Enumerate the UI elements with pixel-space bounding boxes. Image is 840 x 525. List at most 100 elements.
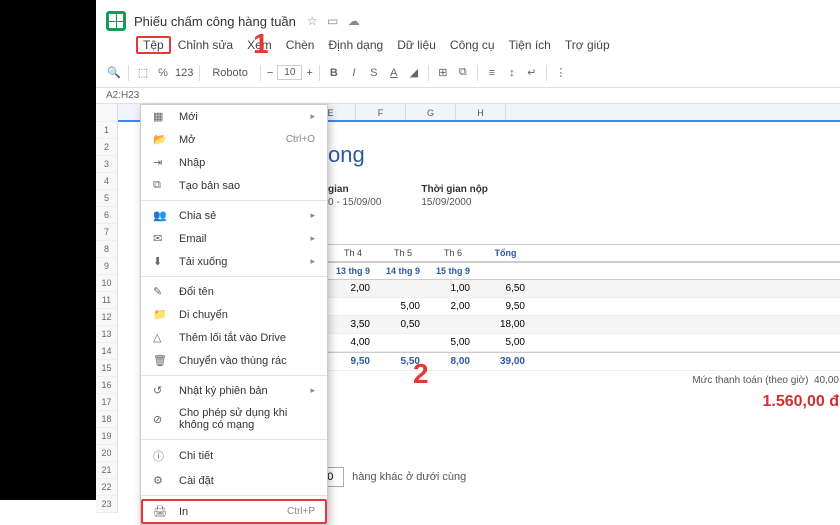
cell[interactable]: 5,00: [378, 301, 428, 312]
star-icon[interactable]: ☆: [307, 14, 318, 28]
add-rows-suffix: hàng khác ở dưới cùng: [352, 471, 466, 483]
menu-help[interactable]: Trợ giúp: [558, 36, 617, 54]
row-header[interactable]: 1: [96, 122, 117, 139]
row-header[interactable]: 22: [96, 479, 117, 496]
sheet-title: ong: [328, 122, 840, 178]
cell[interactable]: 9,50: [328, 356, 378, 367]
cell[interactable]: [378, 337, 428, 348]
menu-format[interactable]: Định dạng: [321, 36, 390, 54]
font-select[interactable]: Roboto: [206, 67, 253, 79]
menu-data[interactable]: Dữ liệu: [390, 36, 443, 54]
bold-icon[interactable]: B: [326, 65, 342, 81]
menu-insert[interactable]: Chèn: [279, 36, 322, 54]
row-header[interactable]: 17: [96, 394, 117, 411]
toolbar: 🔍 ⬚ ℅ 123 Roboto − 10 + B I S A ◢ ⊞ ⧉ ≡ …: [96, 58, 840, 88]
cell[interactable]: 18,00: [478, 319, 533, 330]
menu-email[interactable]: ✉Email▸: [141, 227, 327, 250]
menu-import[interactable]: ⇥Nhập: [141, 151, 327, 174]
row-header[interactable]: 10: [96, 275, 117, 292]
menu-file[interactable]: Tệp: [136, 36, 171, 54]
menu-open[interactable]: 📂MởCtrl+O: [141, 128, 327, 151]
date-header: 15 thg 9: [428, 266, 478, 276]
menu-version-history[interactable]: ↺Nhật ký phiên bản▸: [141, 379, 327, 402]
text-color-icon[interactable]: A: [386, 65, 402, 81]
menu-edit[interactable]: Chỉnh sửa: [171, 36, 240, 54]
cell[interactable]: [328, 301, 378, 312]
align-icon[interactable]: ≡: [484, 65, 500, 81]
col-header[interactable]: G: [406, 104, 456, 120]
row-header[interactable]: 12: [96, 309, 117, 326]
row-header[interactable]: 18: [96, 411, 117, 428]
zoom-level[interactable]: 123: [175, 67, 193, 79]
font-inc-icon[interactable]: +: [306, 67, 312, 79]
menu-move[interactable]: 📁Di chuyển: [141, 303, 327, 326]
share-icon: 👥: [153, 209, 171, 222]
row-header[interactable]: 13: [96, 326, 117, 343]
menu-rename[interactable]: ✎Đổi tên: [141, 280, 327, 303]
document-title[interactable]: Phiếu chấm công hàng tuần: [134, 14, 296, 29]
menu-share[interactable]: 👥Chia sẻ▸: [141, 204, 327, 227]
row-header[interactable]: 21: [96, 462, 117, 479]
cell[interactable]: 2,00: [328, 283, 378, 294]
row-header[interactable]: 9: [96, 258, 117, 275]
submit-label: Thời gian nộp: [421, 184, 488, 195]
menu-new[interactable]: ▦Mới▸: [141, 105, 327, 128]
cell[interactable]: 1,00: [428, 283, 478, 294]
col-header[interactable]: H: [456, 104, 506, 120]
row-header[interactable]: 14: [96, 343, 117, 360]
cell[interactable]: 2,00: [428, 301, 478, 312]
merge-icon[interactable]: ⧉: [455, 65, 471, 81]
cell[interactable]: 0,50: [378, 319, 428, 330]
menu-details[interactable]: ⓘChi tiết: [141, 443, 327, 469]
valign-icon[interactable]: ↕: [504, 65, 520, 81]
cell[interactable]: 3,50: [328, 319, 378, 330]
format-icon[interactable]: ⬚: [135, 65, 151, 81]
menu-tools[interactable]: Công cụ: [443, 36, 502, 54]
font-dec-icon[interactable]: −: [267, 67, 273, 79]
strike-icon[interactable]: S: [366, 65, 382, 81]
cell[interactable]: 5,00: [428, 337, 478, 348]
menu-extensions[interactable]: Tiện ích: [502, 36, 558, 54]
cell[interactable]: [428, 319, 478, 330]
cell[interactable]: 5,00: [478, 337, 533, 348]
cell[interactable]: [378, 283, 428, 294]
more-icon[interactable]: ⋮: [553, 65, 569, 81]
row-header[interactable]: 3: [96, 156, 117, 173]
font-size[interactable]: 10: [277, 65, 302, 80]
percent-icon[interactable]: ℅: [155, 65, 171, 81]
folder-icon[interactable]: ▭: [327, 14, 338, 28]
cloud-icon[interactable]: ☁: [348, 14, 360, 28]
row-header[interactable]: 11: [96, 292, 117, 309]
name-box[interactable]: A2:H23: [96, 88, 840, 104]
row-header[interactable]: 2: [96, 139, 117, 156]
row-header[interactable]: 23: [96, 496, 117, 513]
menu-settings[interactable]: ⚙Cài đặt: [141, 469, 327, 492]
row-header[interactable]: 4: [96, 173, 117, 190]
cell[interactable]: 9,50: [478, 301, 533, 312]
row-header[interactable]: 16: [96, 377, 117, 394]
menu-offline[interactable]: ⊘Cho phép sử dụng khi không có mạng: [141, 402, 327, 436]
fill-color-icon[interactable]: ◢: [406, 65, 422, 81]
menu-shortcut[interactable]: △Thêm lối tắt vào Drive: [141, 326, 327, 349]
cell[interactable]: 8,00: [428, 356, 478, 367]
cell[interactable]: 39,00: [478, 356, 533, 367]
row-header[interactable]: 5: [96, 190, 117, 207]
menu-make-copy[interactable]: ⧉Tạo bản sao: [141, 174, 327, 197]
col-header[interactable]: F: [356, 104, 406, 120]
italic-icon[interactable]: I: [346, 65, 362, 81]
wrap-icon[interactable]: ↵: [524, 65, 540, 81]
row-header[interactable]: 7: [96, 224, 117, 241]
row-header[interactable]: 20: [96, 445, 117, 462]
cell[interactable]: 6,50: [478, 283, 533, 294]
menu-trash[interactable]: 🗑Chuyển vào thùng rác: [141, 349, 327, 372]
search-icon[interactable]: 🔍: [106, 65, 122, 81]
menu-print[interactable]: 🖨InCtrl+P: [141, 499, 327, 524]
row-header[interactable]: 8: [96, 241, 117, 258]
row-header[interactable]: 19: [96, 428, 117, 445]
row-header[interactable]: 15: [96, 360, 117, 377]
borders-icon[interactable]: ⊞: [435, 65, 451, 81]
spreadsheet-content[interactable]: ong gian0 - 15/09/00 Thời gian nộp15/09/…: [328, 122, 840, 414]
row-header[interactable]: 6: [96, 207, 117, 224]
menu-download[interactable]: ⬇Tải xuống▸: [141, 250, 327, 273]
cell[interactable]: 4,00: [328, 337, 378, 348]
